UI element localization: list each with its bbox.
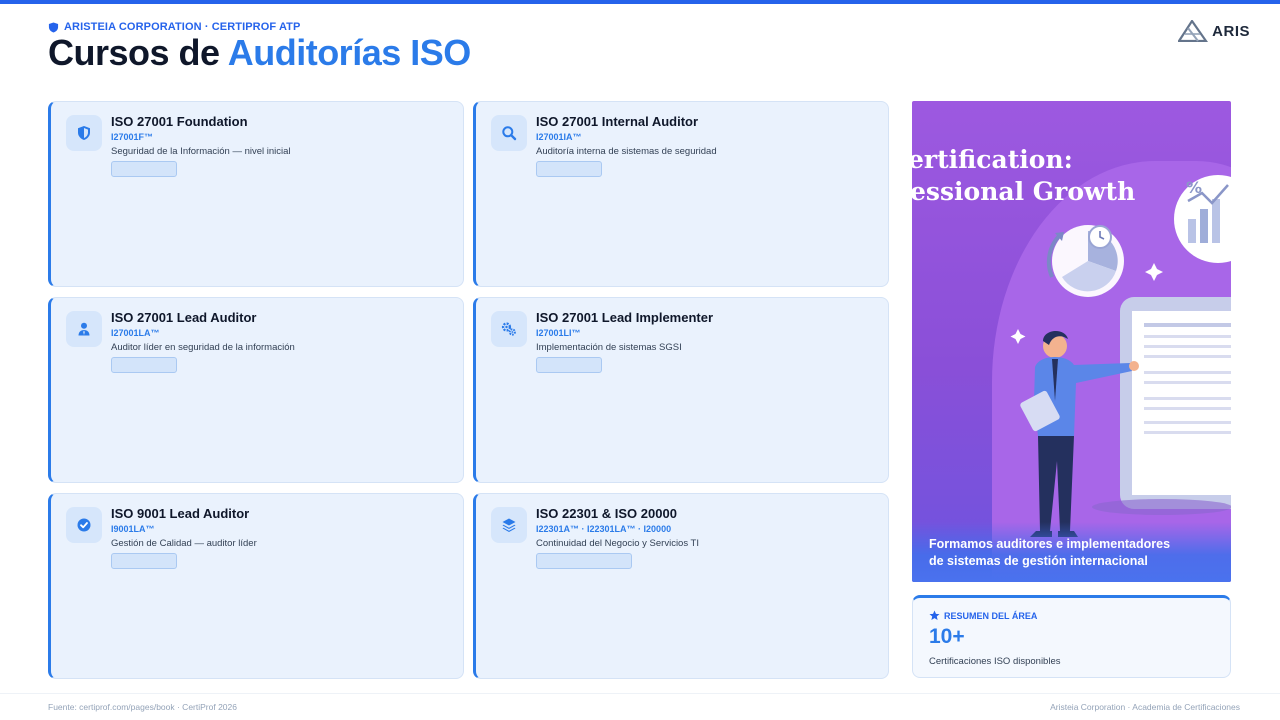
footer-divider — [0, 693, 1280, 694]
course-tag-placeholder — [536, 553, 632, 569]
check-circle-icon — [77, 518, 91, 532]
hero-illustration: ertification: essional Growth % Formamos… — [912, 101, 1231, 582]
course-title: ISO 27001 Lead Implementer — [536, 310, 714, 325]
course-title: ISO 22301 & ISO 20000 — [536, 506, 677, 521]
area-summary-card: RESUMEN DEL ÁREA 10+ Certificaciones ISO… — [912, 595, 1231, 678]
course-description: Seguridad de la Información — nivel inic… — [111, 146, 291, 157]
svg-text:%: % — [1186, 178, 1202, 197]
course-tag-placeholder — [536, 161, 602, 177]
hero-caption: Formamos auditores e implementadores de … — [929, 536, 1219, 570]
course-icon-box — [66, 115, 102, 151]
course-title: ISO 9001 Lead Auditor — [111, 506, 250, 521]
course-tag-placeholder — [111, 553, 177, 569]
course-description: Auditor líder en seguridad de la informa… — [111, 342, 295, 353]
course-tag-placeholder — [111, 161, 177, 177]
hero-caption-line1: Formamos auditores e implementadores — [929, 537, 1171, 551]
course-title: ISO 27001 Foundation — [111, 114, 248, 129]
search-icon — [502, 126, 517, 141]
course-title: ISO 27001 Internal Auditor — [536, 114, 699, 129]
course-tag-placeholder — [536, 357, 602, 373]
course-card[interactable]: ISO 27001 Lead Implementer I27001LI™ Imp… — [473, 297, 889, 483]
course-code: I27001F™ — [111, 132, 154, 142]
summary-label: RESUMEN DEL ÁREA — [929, 610, 1037, 621]
footer-credit: Aristeia Corporation · Academia de Certi… — [1050, 702, 1240, 712]
course-tag-placeholder — [111, 357, 177, 373]
summary-value: 10+ — [929, 625, 965, 648]
course-code: I9001LA™ — [111, 524, 155, 534]
course-code: I27001LI™ — [536, 328, 581, 338]
course-icon-box — [491, 115, 527, 151]
course-code: I22301A™ · I22301LA™ · I20000 — [536, 524, 672, 534]
brand-logo: ARIS — [1178, 20, 1250, 42]
shield-icon — [78, 126, 90, 140]
course-icon-box — [491, 311, 527, 347]
course-icon-box — [66, 507, 102, 543]
logo-text: ARIS — [1212, 22, 1250, 40]
hero-caption-line2: de sistemas de gestión internacional — [929, 554, 1148, 568]
summary-label-text: RESUMEN DEL ÁREA — [944, 610, 1038, 621]
gears-icon — [501, 322, 516, 336]
top-accent-bar — [0, 0, 1280, 4]
course-code: I27001LA™ — [111, 328, 160, 338]
page-title: Cursos de Auditorías ISO — [48, 32, 471, 74]
course-description: Continuidad del Negocio y Servicios TI — [536, 538, 699, 549]
illustration-art: % — [1010, 175, 1231, 537]
course-description: Gestión de Calidad — auditor líder — [111, 538, 257, 549]
title-prefix: Cursos de — [48, 32, 228, 73]
course-card[interactable]: ISO 27001 Foundation I27001F™ Seguridad … — [48, 101, 464, 287]
star-icon — [929, 610, 940, 620]
course-card[interactable]: ISO 22301 & ISO 20000 I22301A™ · I22301L… — [473, 493, 889, 679]
title-accent: Auditorías ISO — [227, 32, 472, 73]
shield-icon — [48, 21, 59, 33]
footer-source: Fuente: certiprof.com/pages/book · Certi… — [48, 702, 237, 712]
triangle-logo-icon — [1178, 20, 1209, 42]
user-tie-icon — [78, 322, 90, 336]
course-card[interactable]: ISO 27001 Internal Auditor I27001IA™ Aud… — [473, 101, 889, 287]
summary-description: Certificaciones ISO disponibles — [929, 656, 1061, 667]
course-description: Auditoría interna de sistemas de segurid… — [536, 146, 717, 157]
layers-icon — [502, 518, 516, 532]
course-icon-box — [491, 507, 527, 543]
course-icon-box — [66, 311, 102, 347]
course-card[interactable]: ISO 27001 Lead Auditor I27001LA™ Auditor… — [48, 297, 464, 483]
course-description: Implementación de sistemas SGSI — [536, 342, 682, 353]
course-title: ISO 27001 Lead Auditor — [111, 310, 257, 325]
course-code: I27001IA™ — [536, 132, 582, 142]
course-card[interactable]: ISO 9001 Lead Auditor I9001LA™ Gestión d… — [48, 493, 464, 679]
